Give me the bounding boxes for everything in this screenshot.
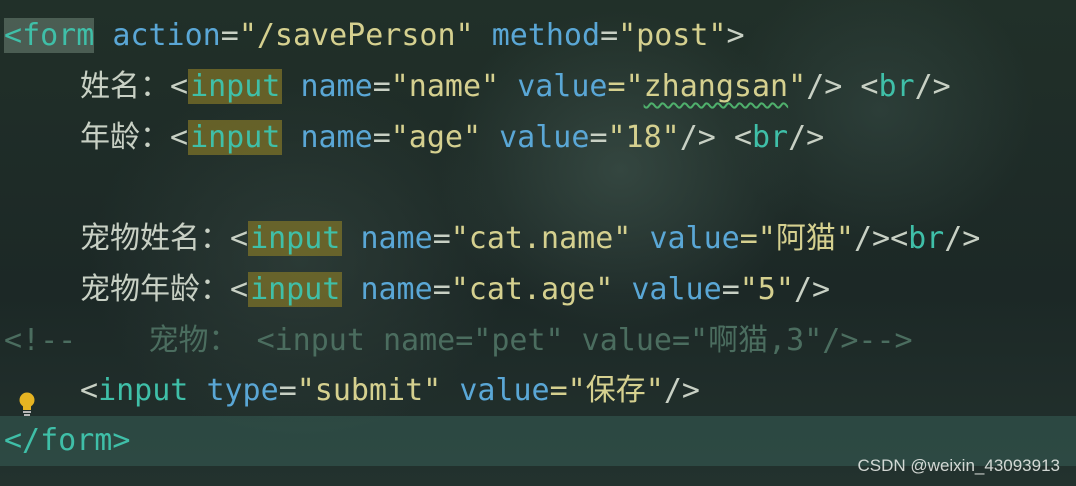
attribute-name: name [300,120,373,155]
tag-open: </ [4,423,41,458]
quote: " [645,373,664,408]
quote: " [788,69,807,104]
equals-sign: = [432,221,451,256]
input-tag-highlight: input [188,120,283,155]
attribute-value: "/savePerson" [238,18,474,53]
equals-sign: = [372,120,391,155]
attribute-value: "5" [739,272,794,307]
attribute-name: method [491,18,601,53]
attribute-value: "18" [607,120,680,155]
input-tag-highlight: input [188,69,283,104]
self-close: /> [853,221,891,256]
comment-open: <!-- [4,323,77,358]
tag-open: < [733,120,752,155]
comment-label: 宠物： [148,323,239,358]
self-close: /> [679,120,716,155]
code-line-age-input[interactable]: 年龄：<input name="age" value="18"/> <br/> [0,113,1076,163]
label-text: 年龄： [80,120,170,155]
label-text: 宠物年龄： [80,272,230,307]
tag-open: < [890,221,909,256]
equals-sign: = [220,18,239,53]
tag-open: < [170,69,189,104]
attribute-name: action [112,18,221,53]
equals-sign: =" [549,373,586,408]
attribute-name: value [517,69,608,104]
attribute-value: "post" [618,18,727,53]
equals-sign: = [600,18,619,53]
attribute-name: type [206,373,279,408]
label-text: 姓名： [80,69,170,104]
equals-sign: = [721,272,740,307]
code-line-form-open[interactable]: <form action="/savePerson" method="post"… [0,11,1076,61]
code-line-cat-age-input[interactable]: 宠物年龄：<input name="cat.age" value="5"/> [0,265,1076,315]
tag-open: < [170,120,189,155]
self-close: /> [663,373,700,408]
equals-sign: = [372,69,391,104]
attribute-value: "cat.name" [450,221,632,256]
br-tag: br [908,221,945,256]
attribute-name: name [360,272,433,307]
self-close: /> [806,69,843,104]
attribute-value: "name" [390,69,500,104]
attribute-name: name [300,69,373,104]
csdn-watermark: CSDN @weixin_43093913 [857,456,1060,475]
lightbulb-icon[interactable] [16,391,38,417]
self-close: /> [914,69,951,104]
typo-squiggle-word[interactable]: zhangsan [644,69,789,104]
input-tag-highlight: input [248,272,343,307]
code-line-cat-name-input[interactable]: 宠物姓名：<input name="cat.name" value="阿猫"/>… [0,214,1076,264]
self-close: /> [944,221,981,256]
tag-open: < [860,69,879,104]
tag-close: > [112,423,131,458]
tag-open: < [80,373,99,408]
br-tag: br [752,120,789,155]
tag-bracket: <form [4,18,95,53]
comment-code: <input name="pet" value=" [256,323,709,358]
input-tag-highlight: input [248,221,343,256]
attribute-value-chinese: 保存 [585,373,646,408]
equals-sign: = [432,272,451,307]
attribute-value: "submit" [296,373,442,408]
attribute-name: value [649,221,740,256]
self-close: /> [793,272,831,307]
attribute-name: value [459,373,550,408]
code-line-comment[interactable]: <!-- 宠物： <input name="pet" value="啊猫,3"/… [0,316,1076,366]
tag-open: < [230,272,249,307]
equals-sign: =" [607,69,644,104]
attribute-value: "cat.age" [450,272,614,307]
comment-tail: ,3"/>--> [768,323,913,358]
attribute-value: "age" [390,120,482,155]
attribute-name: value [499,120,590,155]
equals-sign: = [278,373,297,408]
code-line-submit-input[interactable]: <input type="submit" value="保存"/> [0,366,1076,416]
form-tag: form [40,423,113,458]
attribute-name: name [360,221,433,256]
code-editor[interactable]: <form action="/savePerson" method="post"… [0,0,1076,486]
br-tag: br [878,69,915,104]
self-close: /> [788,120,825,155]
quote: " [835,221,854,256]
tag-open: < [230,221,249,256]
equals-sign: = [589,120,608,155]
comment-chinese: 啊猫 [708,323,769,358]
input-tag: input [98,373,189,408]
equals-sign: =" [739,221,776,256]
attribute-name: value [631,272,722,307]
tag-close: > [726,18,745,53]
label-text: 宠物姓名： [80,221,230,256]
code-line-name-input[interactable]: 姓名：<input name="name" value="zhangsan"/>… [0,62,1076,112]
attribute-value-chinese: 阿猫 [775,221,836,256]
